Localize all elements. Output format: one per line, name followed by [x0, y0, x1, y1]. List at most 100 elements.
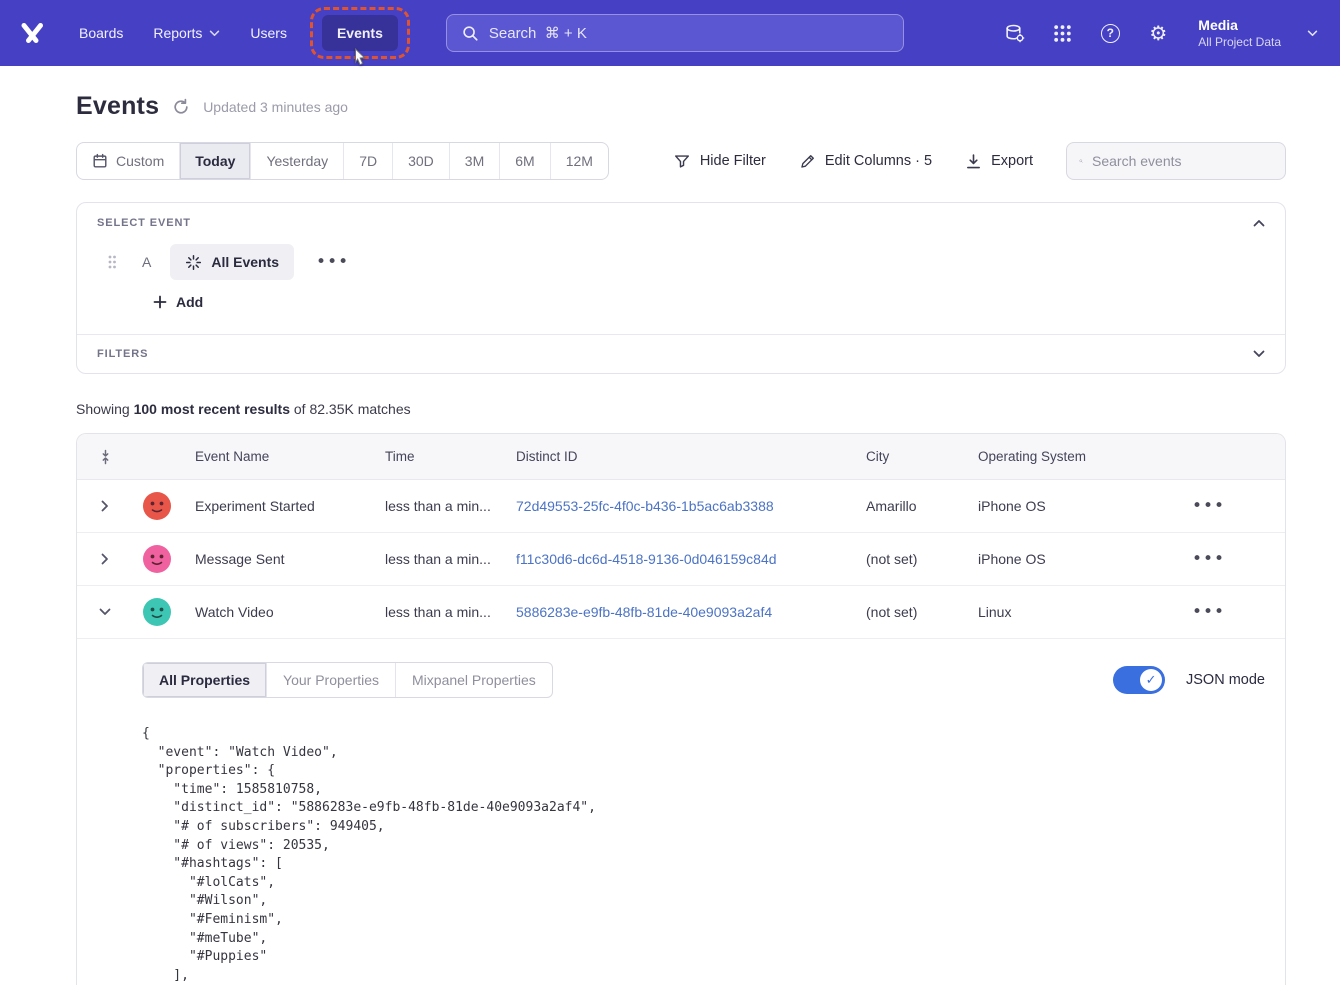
event-clause-row: A All Events •••	[97, 244, 1265, 280]
data-management-icon[interactable]	[1002, 21, 1026, 45]
header-event-name[interactable]: Event Name	[181, 449, 371, 464]
add-event-button[interactable]: Add	[153, 294, 203, 310]
event-detail-panel: All Properties Your Properties Mixpanel …	[77, 639, 1285, 985]
pencil-icon	[799, 153, 816, 170]
tab-all-properties[interactable]: All Properties	[143, 663, 267, 697]
chevron-right-icon[interactable]	[77, 500, 133, 512]
expand-all-icon[interactable]	[99, 449, 112, 465]
cell-event-name: Experiment Started	[181, 498, 371, 514]
add-label: Add	[176, 294, 203, 310]
distinct-id-link[interactable]: 5886283e-e9fb-48fb-81de-40e9093a2af4	[516, 604, 772, 620]
chevron-down-icon[interactable]	[1307, 30, 1318, 37]
global-search-input[interactable]	[489, 25, 889, 42]
export-button[interactable]: Export	[965, 153, 1033, 170]
date-range-3m[interactable]: 3M	[450, 143, 500, 179]
distinct-id-link[interactable]: f11c30d6-dc6d-4518-9136-0d046159c84d	[516, 551, 777, 567]
edit-columns-button[interactable]: Edit Columns · 5	[799, 153, 932, 170]
gear-glyph: ⚙	[1149, 23, 1167, 43]
table-header-row: Event Name Time Distinct ID City Operati…	[77, 434, 1285, 480]
nav-boards-label: Boards	[79, 25, 123, 41]
date-range-label: 30D	[408, 153, 434, 169]
apps-grid-icon[interactable]	[1050, 21, 1074, 45]
toolbar: Custom Today Yesterday 7D 30D 3M 6M 12M …	[76, 142, 1286, 180]
json-mode-toggle[interactable]: ✓	[1113, 666, 1165, 694]
nav-reports[interactable]: Reports	[138, 15, 235, 51]
date-range-selector: Custom Today Yesterday 7D 30D 3M 6M 12M	[76, 142, 609, 180]
distinct-id-link[interactable]: 72d49553-25fc-4f0c-b436-1b5ac6ab3388	[516, 498, 774, 514]
row-more-icon[interactable]: •••	[1192, 551, 1225, 568]
date-range-6m[interactable]: 6M	[500, 143, 550, 179]
row-more-icon[interactable]: •••	[1192, 498, 1225, 515]
header-distinct-id[interactable]: Distinct ID	[502, 449, 852, 464]
project-switcher[interactable]: Media All Project Data	[1198, 16, 1281, 50]
chevron-down-icon[interactable]	[1253, 350, 1265, 358]
date-range-label: Custom	[116, 153, 164, 169]
table-row-expanded: Watch Video less than a min... 5886283e-…	[77, 586, 1285, 639]
cell-os: Linux	[964, 604, 1178, 620]
date-range-label: 7D	[359, 153, 377, 169]
edit-columns-label: Edit Columns · 5	[825, 153, 932, 169]
plus-icon	[153, 295, 167, 309]
events-table: Event Name Time Distinct ID City Operati…	[76, 433, 1286, 985]
clause-letter: A	[142, 254, 151, 270]
mixpanel-logo[interactable]	[0, 21, 64, 45]
nav-reports-label: Reports	[153, 25, 202, 41]
tab-your-properties[interactable]: Your Properties	[267, 663, 396, 697]
date-range-12m[interactable]: 12M	[551, 143, 608, 179]
nav-boards[interactable]: Boards	[64, 15, 138, 51]
global-search[interactable]	[446, 14, 904, 52]
date-range-yesterday[interactable]: Yesterday	[251, 143, 344, 179]
help-glyph: ?	[1101, 24, 1120, 43]
cell-city: Amarillo	[852, 498, 964, 514]
toggle-knob: ✓	[1140, 669, 1162, 691]
cursor-icon	[353, 48, 368, 68]
select-event-section: SELECT EVENT A All Events •••	[77, 203, 1285, 334]
hide-filter-label: Hide Filter	[700, 153, 766, 169]
json-viewer: { "event": "Watch Video", "properties": …	[142, 725, 1265, 985]
settings-gear-icon[interactable]: ⚙	[1146, 21, 1170, 45]
results-suffix: of 82.35K matches	[290, 401, 411, 417]
date-range-custom[interactable]: Custom	[77, 143, 180, 179]
date-range-label: 3M	[465, 153, 484, 169]
date-range-today[interactable]: Today	[180, 143, 251, 179]
help-icon[interactable]: ?	[1098, 21, 1122, 45]
filters-section[interactable]: FILTERS	[77, 334, 1285, 373]
events-search-input[interactable]	[1092, 153, 1273, 169]
top-navbar: Boards Reports Users Events ? ⚙ Med	[0, 0, 1340, 66]
chevron-down-icon	[209, 30, 220, 37]
filter-icon	[673, 152, 691, 170]
chevron-up-icon[interactable]	[1253, 219, 1265, 227]
cell-event-name: Message Sent	[181, 551, 371, 567]
search-icon	[1079, 153, 1083, 169]
nav-users[interactable]: Users	[235, 15, 302, 51]
date-range-30d[interactable]: 30D	[393, 143, 450, 179]
page-title: Events	[76, 92, 159, 121]
query-builder-card: SELECT EVENT A All Events •••	[76, 202, 1286, 374]
export-label: Export	[991, 153, 1033, 169]
chevron-down-icon[interactable]	[77, 608, 133, 616]
header-time[interactable]: Time	[371, 449, 502, 464]
header-city[interactable]: City	[852, 449, 964, 464]
header-os[interactable]: Operating System	[964, 449, 1178, 464]
clause-more-icon[interactable]: •••	[316, 254, 349, 271]
updated-timestamp: Updated 3 minutes ago	[203, 99, 348, 115]
refresh-icon[interactable]	[172, 98, 190, 116]
cell-os: iPhone OS	[964, 498, 1178, 514]
row-more-icon[interactable]: •••	[1192, 604, 1225, 621]
date-range-7d[interactable]: 7D	[344, 143, 393, 179]
calendar-icon	[92, 153, 108, 169]
hide-filter-button[interactable]: Hide Filter	[673, 152, 766, 170]
event-selector-pill[interactable]: All Events	[170, 244, 294, 280]
page-header: Events Updated 3 minutes ago	[76, 92, 1286, 121]
date-range-label: 6M	[515, 153, 534, 169]
tab-mixpanel-properties[interactable]: Mixpanel Properties	[396, 663, 552, 697]
chevron-right-icon[interactable]	[77, 553, 133, 565]
nav-events[interactable]: Events	[322, 15, 398, 51]
cell-time: less than a min...	[371, 551, 502, 567]
project-scope: All Project Data	[1198, 34, 1281, 50]
events-highlight-annotation: Events	[310, 7, 410, 59]
drag-handle-icon[interactable]	[107, 254, 117, 270]
events-search[interactable]	[1066, 142, 1286, 180]
check-icon: ✓	[1146, 673, 1157, 688]
avatar	[143, 545, 171, 573]
